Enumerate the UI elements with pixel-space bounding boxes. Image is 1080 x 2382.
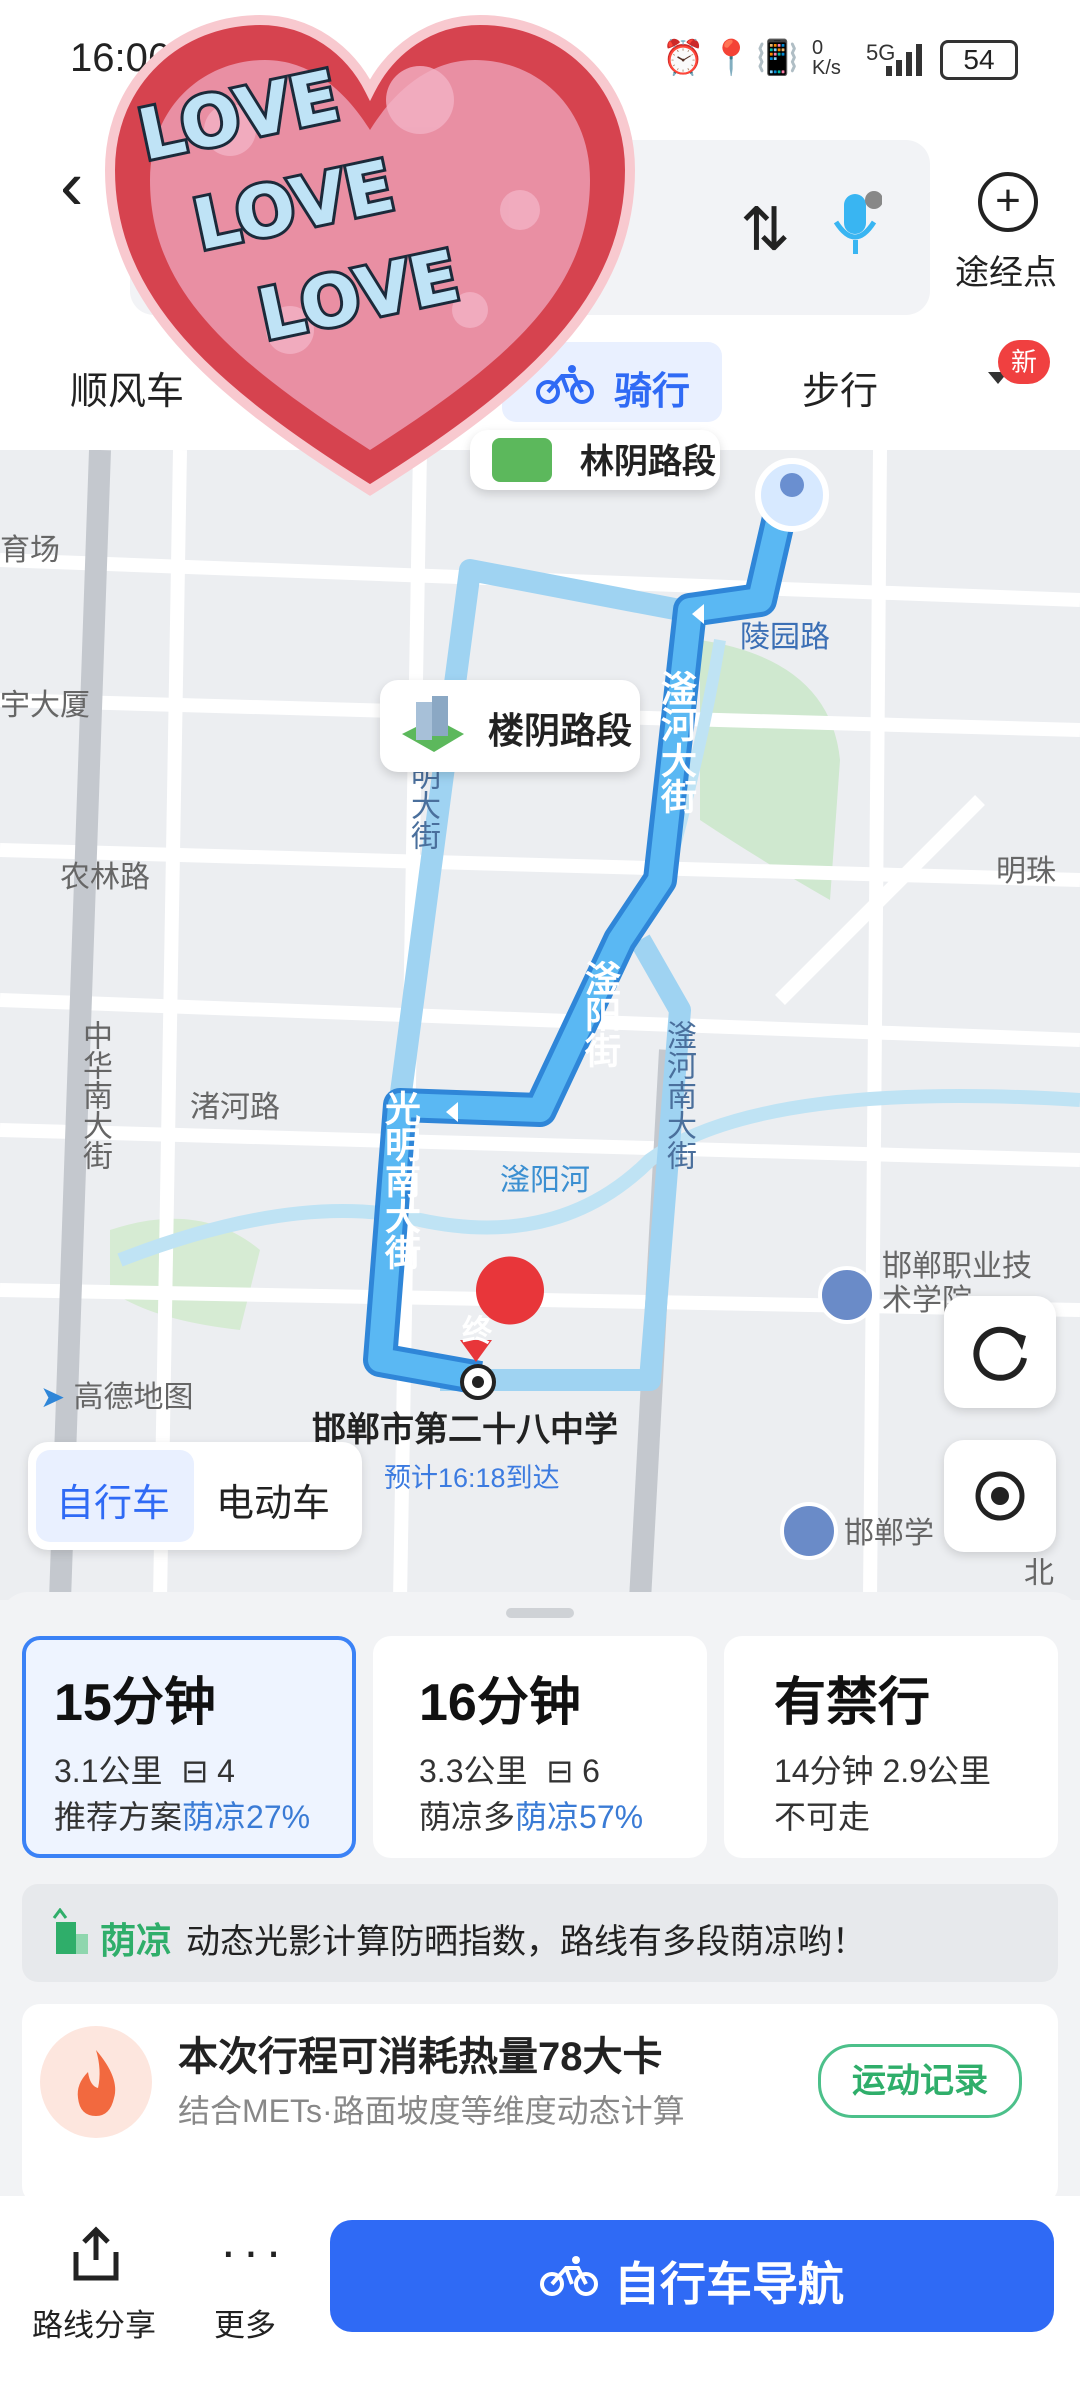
fire-icon — [40, 2026, 152, 2138]
share-icon[interactable] — [70, 2226, 122, 2282]
map-label: 中华南大街 — [78, 1020, 111, 1170]
locate-icon — [975, 1471, 1025, 1521]
route-option-card[interactable]: 有禁行 14分钟 2.9公里 不可走 — [724, 1636, 1058, 1858]
route-distance: 3.1公里 ⊟ 4 — [54, 1746, 235, 1792]
alarm-icon: ⏰ — [662, 39, 705, 77]
heart-sticker: LOVE LOVE LOVE — [104, 14, 636, 496]
refresh-button[interactable] — [944, 1296, 1056, 1408]
vehicle-ebike-option[interactable]: 电动车 — [216, 1472, 330, 1527]
route-shade-percent: 荫凉27% — [182, 1799, 311, 1835]
route-distance-text: 3.3公里 — [419, 1753, 528, 1789]
bike-navigation-label: 自行车导航 — [614, 2258, 844, 2310]
map-label: 滏河大街 — [656, 670, 697, 814]
school-icon — [780, 1502, 838, 1560]
locate-button[interactable] — [944, 1440, 1056, 1552]
panel-grabber[interactable] — [506, 1608, 574, 1618]
more-icon[interactable]: ··· — [220, 2222, 288, 2280]
map-label: 明珠 — [996, 855, 1056, 888]
voice-input-icon[interactable] — [832, 190, 882, 260]
shade-segment-label: 楼阴路段 — [488, 710, 633, 751]
share-route-button[interactable]: 路线分享 — [32, 2300, 156, 2345]
plane-icon: ➤ — [40, 1381, 66, 1414]
calorie-title: 本次行程可消耗热量78大卡 — [178, 2035, 663, 2079]
shade-info-text: 动态光影计算防晒指数，路线有多段荫凉哟！ — [186, 1923, 866, 1961]
route-option-card[interactable]: 15分钟 3.1公里 ⊟ 4 推荐方案荫凉27% — [22, 1636, 356, 1858]
route-distance: 14分钟 2.9公里 — [774, 1753, 991, 1789]
route-tag-text: 荫凉多 — [419, 1799, 516, 1835]
bicycle-icon — [540, 2256, 598, 2296]
calorie-subtitle: 结合METs·路面坡度等维度动态计算 — [178, 2093, 685, 2129]
route-time: 15分钟 — [54, 1674, 216, 1732]
tab-walking[interactable]: 步行 — [802, 360, 878, 415]
map-label: 宇大厦 — [0, 689, 90, 722]
location-icon: 📍 — [710, 39, 753, 77]
map-label: 陵园路 — [740, 621, 830, 654]
swap-icon[interactable]: ⇅ — [740, 195, 790, 265]
add-waypoint-label[interactable]: 途经点 — [955, 245, 1057, 294]
traffic-light-count: 6 — [582, 1753, 600, 1789]
map-label: 明大街 — [406, 760, 439, 850]
traffic-light-icon: ⊟ — [546, 1753, 574, 1789]
school-icon — [818, 1266, 876, 1324]
back-button[interactable]: ‹ — [60, 150, 83, 220]
eta-text: 预计16:18到达 — [384, 1463, 560, 1493]
route-tag: 推荐方案荫凉27% — [54, 1792, 310, 1838]
map-label: 光明南大街 — [380, 1090, 421, 1270]
map-label: 渚河路 — [190, 1091, 280, 1124]
map-label: 农林路 — [60, 861, 150, 894]
route-time: 16分钟 — [419, 1674, 581, 1732]
route-tag: 不可走 — [774, 1799, 871, 1835]
exercise-record-button[interactable]: 运动记录 — [818, 2044, 1022, 2118]
vehicle-bike-label: 自行车 — [56, 1483, 171, 1525]
map-label: 滏阳街 — [580, 960, 621, 1068]
route-tag: 荫凉多荫凉57% — [419, 1792, 643, 1838]
shade-building-icon — [52, 1908, 88, 1954]
building-icon — [402, 696, 464, 752]
amap-logo: ➤ 高德地图 — [40, 1372, 193, 1416]
map-label: 滏河南大街 — [662, 1020, 695, 1170]
route-distance: 3.3公里 ⊟ 6 — [419, 1746, 600, 1792]
new-badge: 新 — [998, 340, 1050, 384]
vibrate-icon: 📳 — [756, 39, 799, 77]
refresh-icon — [973, 1326, 1027, 1381]
map-label: 育场 — [0, 534, 60, 567]
add-waypoint-icon[interactable]: + — [978, 172, 1038, 232]
signal-icon — [886, 44, 922, 76]
route-time: 有禁行 — [774, 1674, 931, 1732]
route-shade-percent: 荫凉57% — [515, 1799, 644, 1835]
amap-logo-text: 高德地图 — [73, 1381, 194, 1414]
route-tag-text: 推荐方案 — [54, 1799, 183, 1835]
traffic-light-icon: ⊟ — [181, 1753, 209, 1789]
destination-marker-label: 终 — [462, 1315, 492, 1348]
more-button[interactable]: 更多 — [214, 2300, 276, 2345]
traffic-light-count: 4 — [217, 1753, 235, 1789]
destination-name: 邯郸市第二十八中学 — [312, 1411, 618, 1449]
battery-indicator: 54 — [940, 40, 1018, 80]
map-poi-label: 邯郸学 — [844, 1517, 934, 1550]
shade-tag: 荫凉 — [100, 1920, 173, 1961]
route-distance-text: 3.1公里 — [54, 1753, 163, 1789]
route-option-card[interactable]: 16分钟 3.3公里 ⊟ 6 荫凉多荫凉57% — [373, 1636, 707, 1858]
map-label: 滏阳河 — [500, 1164, 590, 1197]
network-speed: 0 K/s — [812, 37, 841, 79]
